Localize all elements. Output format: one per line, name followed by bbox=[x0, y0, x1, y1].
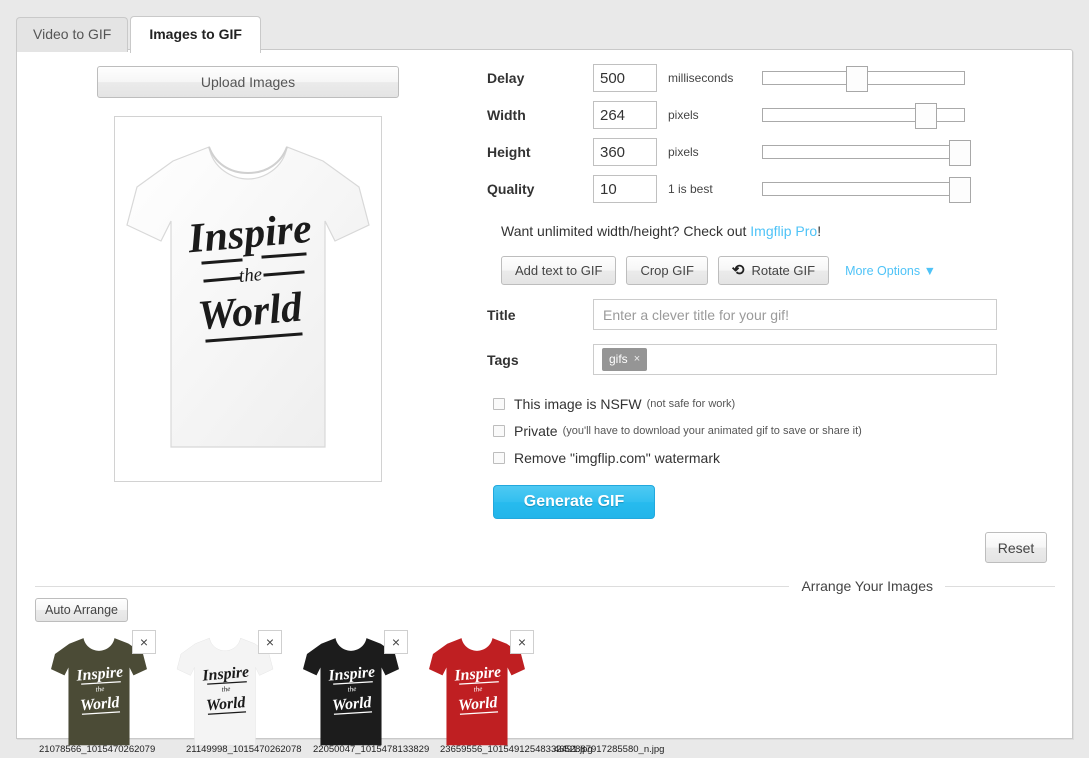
setting-row-quality: Quality 1 is best bbox=[487, 171, 1047, 207]
unit-delay: milliseconds bbox=[668, 71, 734, 85]
nsfw-label: This image is NSFW bbox=[514, 396, 642, 412]
options-checkbox-group: This image is NSFW (not safe for work) P… bbox=[493, 396, 1047, 466]
quality-slider-handle[interactable] bbox=[948, 177, 971, 203]
remove-thumbnail-icon-2[interactable]: × bbox=[384, 630, 408, 654]
divider-right bbox=[945, 585, 1055, 587]
preview-shirt-image: Inspire the World bbox=[115, 117, 381, 481]
thumbnail-item[interactable]: Inspire the World × bbox=[35, 625, 161, 750]
tag-chip-label: gifs bbox=[609, 352, 628, 366]
gif-preview[interactable]: Inspire the World bbox=[114, 116, 382, 482]
thumbnail-filenames: 21078566_1015470262079 21149998_10154702… bbox=[35, 744, 1055, 758]
label-title: Title bbox=[487, 306, 516, 323]
width-slider-handle[interactable] bbox=[914, 103, 937, 129]
upload-images-button[interactable]: Upload Images bbox=[97, 66, 399, 98]
left-column: Upload Images Inspire the World bbox=[97, 66, 477, 482]
imgflip-pro-link[interactable]: Imgflip Pro bbox=[750, 223, 817, 239]
thumbnail-strip: Inspire the World × Inspire the World × … bbox=[35, 625, 539, 750]
nsfw-checkbox[interactable] bbox=[493, 398, 505, 410]
thumbnail-item[interactable]: Inspire the World × bbox=[287, 625, 413, 750]
reset-button[interactable]: Reset bbox=[985, 532, 1047, 563]
setting-row-height: Height pixels bbox=[487, 134, 1047, 170]
setting-row-delay: Delay milliseconds bbox=[487, 60, 1047, 96]
delay-slider[interactable] bbox=[762, 66, 965, 92]
svg-text:World: World bbox=[457, 694, 499, 714]
private-sublabel: (you'll have to download your animated g… bbox=[562, 425, 862, 437]
tshirt-graphic: Inspire the World bbox=[126, 146, 370, 448]
pro-upsell-text: Want unlimited width/height? Check out I… bbox=[501, 223, 1047, 239]
gif-action-buttons: Add text to GIF Crop GIF ⟳ Rotate GIF Mo… bbox=[501, 256, 1047, 285]
remove-thumbnail-icon-3[interactable]: × bbox=[510, 630, 534, 654]
label-width: Width bbox=[487, 107, 526, 123]
watermark-label: Remove "imgflip.com" watermark bbox=[514, 450, 720, 466]
filename-0: 21078566_1015470262079 bbox=[39, 744, 156, 755]
remove-thumbnail-icon-0[interactable]: × bbox=[132, 630, 156, 654]
rotate-gif-label: Rotate GIF bbox=[751, 263, 816, 278]
remove-thumbnail-icon-1[interactable]: × bbox=[258, 630, 282, 654]
checkbox-row-nsfw[interactable]: This image is NSFW (not safe for work) bbox=[493, 396, 1047, 412]
crop-gif-button[interactable]: Crop GIF bbox=[626, 256, 708, 285]
unit-width: pixels bbox=[668, 108, 699, 122]
svg-text:World: World bbox=[331, 694, 373, 714]
label-delay: Delay bbox=[487, 70, 525, 86]
unit-height: pixels bbox=[668, 145, 699, 159]
checkbox-row-private[interactable]: Private (you'll have to download your an… bbox=[493, 423, 1047, 439]
pro-text-after: ! bbox=[817, 223, 822, 239]
height-input[interactable] bbox=[593, 138, 657, 166]
rotate-cw-icon: ⟳ bbox=[731, 262, 745, 279]
add-text-to-gif-button[interactable]: Add text to GIF bbox=[501, 256, 617, 285]
svg-text:the: the bbox=[238, 264, 263, 287]
nsfw-sublabel: (not safe for work) bbox=[646, 398, 736, 410]
pro-text-before: Want unlimited width/height? Check out bbox=[501, 223, 751, 239]
tag-chip[interactable]: gifs × bbox=[602, 348, 648, 371]
svg-text:the: the bbox=[473, 685, 482, 694]
tag-remove-icon[interactable]: × bbox=[634, 353, 640, 365]
quality-input[interactable] bbox=[593, 175, 657, 203]
svg-text:the: the bbox=[95, 685, 104, 694]
delay-input[interactable] bbox=[593, 64, 657, 92]
private-checkbox[interactable] bbox=[493, 425, 505, 437]
private-label: Private bbox=[514, 423, 558, 439]
filename-2: 22050047_1015478133829 bbox=[313, 744, 430, 755]
divider-left bbox=[35, 585, 790, 587]
right-column: Delay milliseconds Width pixels Height p… bbox=[487, 60, 1047, 563]
quality-slider[interactable] bbox=[762, 177, 971, 203]
thumbnail-item[interactable]: Inspire the World × bbox=[413, 625, 539, 750]
label-quality: Quality bbox=[487, 181, 535, 197]
tags-input[interactable]: gifs × bbox=[593, 344, 997, 375]
arrange-section-header: Arrange Your Images bbox=[35, 578, 1055, 594]
tab-video-to-gif[interactable]: Video to GIF bbox=[16, 17, 129, 52]
rotate-gif-button[interactable]: ⟳ Rotate GIF bbox=[717, 256, 830, 285]
main-panel: Upload Images Inspire the World Delay 50… bbox=[16, 49, 1073, 755]
thumbnail-item[interactable]: Inspire the World × bbox=[161, 625, 287, 750]
svg-text:the: the bbox=[221, 685, 230, 694]
title-input[interactable] bbox=[593, 299, 997, 330]
tags-field-row: Tags gifs × bbox=[487, 344, 1047, 375]
delay-slider-handle[interactable] bbox=[846, 66, 869, 92]
label-tags: Tags bbox=[487, 351, 519, 368]
arrange-heading: Arrange Your Images bbox=[801, 578, 933, 594]
width-slider[interactable] bbox=[762, 103, 965, 129]
height-slider[interactable] bbox=[762, 140, 971, 166]
label-height: Height bbox=[487, 144, 531, 160]
auto-arrange-button[interactable]: Auto Arrange bbox=[35, 598, 128, 622]
more-options-link[interactable]: More Options ▼ bbox=[845, 264, 936, 278]
tab-images-to-gif[interactable]: Images to GIF bbox=[130, 16, 261, 53]
tab-bar: Video to GIF Images to GIF bbox=[16, 16, 263, 53]
filename-4: 4652887917285580_n.jpg bbox=[554, 744, 665, 755]
svg-text:the: the bbox=[347, 685, 356, 694]
height-slider-handle[interactable] bbox=[948, 140, 971, 166]
svg-text:World: World bbox=[196, 285, 305, 340]
setting-row-width: Width pixels bbox=[487, 97, 1047, 133]
watermark-checkbox[interactable] bbox=[493, 452, 505, 464]
svg-text:World: World bbox=[79, 694, 121, 714]
checkbox-row-watermark[interactable]: Remove "imgflip.com" watermark bbox=[493, 450, 1047, 466]
title-field-row: Title bbox=[487, 299, 1047, 330]
svg-text:World: World bbox=[205, 694, 247, 714]
unit-quality: 1 is best bbox=[668, 182, 713, 196]
filename-1: 21149998_1015470262078 bbox=[186, 744, 302, 755]
generate-gif-button[interactable]: Generate GIF bbox=[493, 485, 655, 519]
width-input[interactable] bbox=[593, 101, 657, 129]
